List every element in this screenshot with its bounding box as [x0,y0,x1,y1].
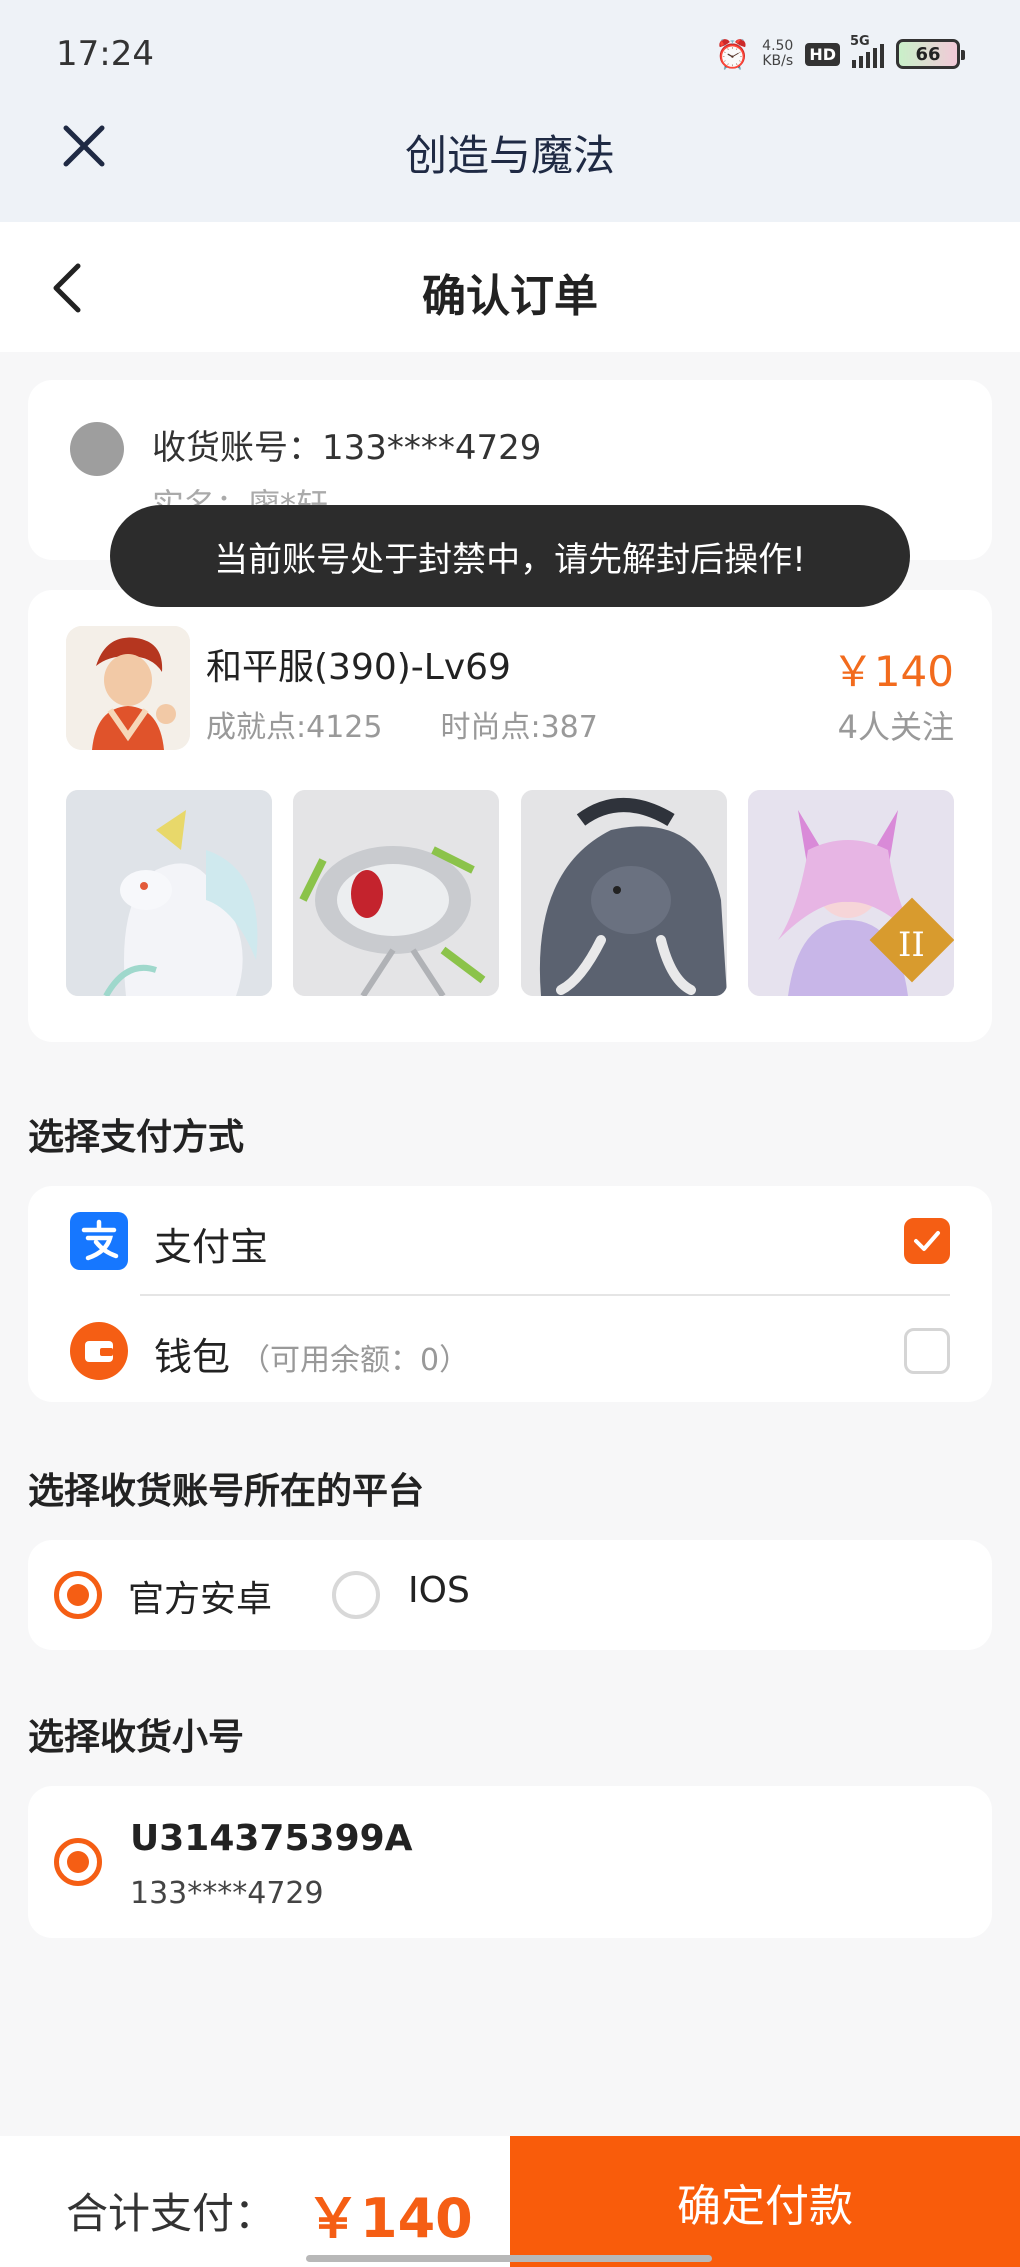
home-indicator[interactable] [306,2255,712,2262]
white-fox-mount-image [66,790,272,996]
signal-icon: 5G [850,34,884,68]
wallet-label: 钱包 （可用余额：0） [154,1326,469,1381]
network-type: 5G [850,34,870,49]
thumbnail-silver-beetle[interactable] [293,790,500,996]
pink-fox-costume-image: II [747,790,954,996]
alipay-label: 支付宝 [154,1216,268,1271]
product-card: 和平服(390)-Lv69 成就点:4125 时尚点:387 ￥140 4人关注 [28,590,992,1042]
page-title: 确认订单 [422,271,598,322]
alipay-name: 支付宝 [154,1225,269,1269]
top-area: 17:24 ⏰ 4.50 KB/s HD 5G 66 创造与魔法 [0,0,1020,222]
wallet-checkbox[interactable] [904,1328,950,1374]
payment-method-card: 支付宝 钱包 （可用余额：0） [28,1186,992,1402]
character-avatar [66,626,190,750]
product-name: 和平服(390)-Lv69 [206,647,511,688]
status-time: 17:24 [56,34,154,74]
android-label[interactable]: 官方安卓 [128,1570,272,1622]
total-amount: ￥140 [306,2187,473,2250]
product-stats: 成就点:4125 时尚点:387 [206,702,598,746]
svg-text:II: II [898,925,925,965]
thumbnail-white-fox[interactable] [66,790,272,996]
net-speed-value: 4.50 [762,38,794,54]
payment-option-wallet[interactable]: 钱包 （可用余额：0） [28,1296,992,1404]
status-icons: ⏰ 4.50 KB/s HD 5G 66 [715,34,965,74]
net-speed-unit: KB/s [762,53,794,69]
ban-toast: 当前账号处于封禁中，请先解封后操作! [110,505,910,607]
android-radio[interactable] [54,1571,102,1619]
battery-level: 66 [915,43,941,65]
checkout-footer: 合计支付： ￥140 确定付款 [0,2136,1020,2267]
product-price: ￥140 [831,647,954,696]
confirm-payment-button[interactable]: 确定付款 [510,2136,1020,2267]
wallet-balance: （可用余额：0） [240,1343,470,1378]
page-header: 确认订单 [0,222,1020,352]
wallet-icon [70,1322,128,1380]
alipay-icon [70,1212,128,1270]
alt-account-phone: 133****4729 [130,1876,324,1911]
follower-count: 4人关注 [837,708,954,746]
alarm-icon: ⏰ [715,37,751,71]
payment-section-title: 选择支付方式 [28,1117,245,1158]
ios-radio[interactable] [332,1571,380,1619]
net-speed: 4.50 KB/s [762,39,793,69]
thumbnail-pink-fox[interactable]: II [747,790,954,996]
hd-badge: HD [805,42,840,66]
check-icon [914,1231,940,1251]
account-avatar [70,422,124,476]
alt-account-card[interactable]: U314375399A 133****4729 [28,1786,992,1938]
receiving-account-label: 收货账号：133****4729 [152,428,542,468]
alt-account-section-title: 选择收货小号 [28,1717,245,1758]
fashion-points: 时尚点:387 [440,710,598,745]
wallet-name: 钱包 [154,1335,231,1379]
thumbnail-mammoth[interactable] [520,790,727,996]
character-portrait-image [66,626,190,750]
silver-beetle-mount-image [293,790,500,996]
ios-label[interactable]: IOS [408,1570,470,1611]
battery-icon: 66 [896,39,965,69]
alt-account-id: U314375399A [130,1818,413,1859]
platform-card: 官方安卓 IOS [28,1540,992,1650]
alipay-checkbox[interactable] [904,1218,950,1264]
mammoth-mount-image [520,790,727,996]
alt-account-radio[interactable] [54,1838,102,1886]
item-thumbnails: II [66,790,954,996]
total-label: 合计支付： [66,2189,277,2238]
achievement-points: 成就点:4125 [206,710,383,745]
app-title: 创造与魔法 [404,131,615,180]
platform-section-title: 选择收货账号所在的平台 [28,1471,425,1512]
payment-option-alipay[interactable]: 支付宝 [28,1186,992,1294]
